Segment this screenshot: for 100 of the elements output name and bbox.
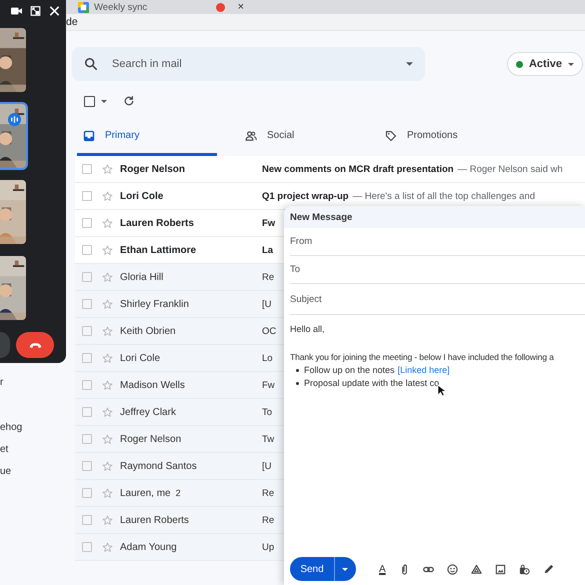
category-tab[interactable]: Social bbox=[217, 118, 367, 156]
emoji-icon[interactable] bbox=[446, 564, 458, 574]
video-tile[interactable] bbox=[0, 254, 28, 322]
email-subject: Up bbox=[262, 542, 274, 552]
star-icon[interactable] bbox=[102, 434, 113, 444]
row-checkbox[interactable] bbox=[82, 380, 92, 390]
sidebar-label[interactable]: et bbox=[0, 444, 8, 456]
row-checkbox[interactable] bbox=[82, 461, 92, 471]
row-checkbox[interactable] bbox=[82, 515, 92, 525]
star-icon[interactable] bbox=[102, 190, 113, 202]
refresh-icon[interactable] bbox=[123, 95, 135, 107]
search-input[interactable]: Search in mail bbox=[110, 57, 394, 71]
row-checkbox[interactable] bbox=[82, 245, 92, 255]
bullet-icon bbox=[296, 369, 299, 372]
sender-name: Roger Nelson bbox=[120, 434, 182, 444]
row-checkbox[interactable] bbox=[82, 218, 92, 228]
bullet-icon bbox=[296, 382, 299, 385]
star-icon[interactable] bbox=[102, 542, 113, 552]
sender-name: Shirley Franklin bbox=[120, 298, 189, 310]
caret-icon[interactable] bbox=[101, 100, 107, 102]
caret-icon[interactable] bbox=[342, 568, 348, 570]
star-icon[interactable] bbox=[102, 514, 113, 526]
email-subject: [U bbox=[262, 298, 272, 310]
pointer-icon bbox=[437, 384, 446, 397]
star-icon[interactable] bbox=[102, 298, 113, 310]
select-checkbox[interactable] bbox=[84, 96, 95, 106]
mic-button[interactable] bbox=[0, 332, 10, 358]
input-field[interactable]: To bbox=[290, 256, 585, 284]
video-tile[interactable] bbox=[0, 26, 28, 94]
sender-name: Lauren Roberts bbox=[120, 218, 194, 228]
tab-close-button[interactable]: × bbox=[238, 1, 244, 13]
bullet-text: Follow up on the notes [Linked here] bbox=[304, 364, 450, 377]
row-checkbox[interactable] bbox=[82, 353, 92, 363]
email-snippet: — Roger Nelson said wh bbox=[458, 164, 563, 174]
video-tile[interactable] bbox=[0, 102, 28, 170]
lock-clock-icon[interactable] bbox=[518, 564, 530, 574]
sender-name: Madison Wells bbox=[120, 380, 185, 390]
pen-icon[interactable] bbox=[542, 564, 554, 574]
sidebar-label[interactable]: ehog bbox=[0, 422, 22, 434]
sender-name: Roger Nelson bbox=[120, 164, 186, 174]
category-tab[interactable]: Promotions bbox=[367, 118, 547, 156]
caret-icon[interactable] bbox=[406, 62, 413, 66]
star-icon[interactable] bbox=[102, 380, 113, 390]
status-button[interactable]: Active bbox=[506, 52, 583, 76]
row-checkbox[interactable] bbox=[82, 164, 92, 174]
row-checkbox[interactable] bbox=[82, 542, 92, 552]
row-checkbox[interactable] bbox=[82, 272, 92, 282]
star-icon[interactable] bbox=[102, 164, 113, 174]
compose-title: New Message bbox=[290, 212, 352, 222]
sidebar-label[interactable]: ue bbox=[0, 466, 12, 478]
email-subject: Fw bbox=[262, 218, 276, 228]
email-row[interactable]: Lori Cole Q1 project wrap-up — Here's a list of all the top challenges and bbox=[75, 183, 585, 210]
send-button[interactable]: Send bbox=[290, 557, 356, 581]
thread-count: 2 bbox=[176, 488, 181, 498]
formatting-button[interactable]: A bbox=[379, 564, 386, 574]
row-checkbox[interactable] bbox=[82, 488, 92, 498]
star-icon[interactable] bbox=[102, 352, 113, 364]
sender-name: Adam Young bbox=[120, 542, 177, 552]
email-subject: Tw bbox=[262, 434, 274, 444]
star-icon[interactable] bbox=[102, 244, 113, 256]
email-subject: La bbox=[262, 244, 274, 256]
input-field[interactable]: From bbox=[290, 228, 585, 256]
greeting-text: Hello all, bbox=[290, 323, 326, 336]
sender-name: Keith Obrien bbox=[120, 326, 176, 336]
camera-icon[interactable] bbox=[11, 6, 22, 16]
star-icon[interactable] bbox=[102, 272, 113, 282]
star-icon[interactable] bbox=[102, 326, 113, 336]
browser-tab[interactable]: Weekly sync × bbox=[78, 0, 244, 14]
input-field[interactable]: Subject bbox=[290, 284, 585, 315]
sidebar-label[interactable]: r bbox=[0, 377, 4, 389]
email-row[interactable]: Roger Nelson New comments on MCR draft presentation — Roger Nelson said wh bbox=[75, 156, 585, 183]
email-subject: [U bbox=[262, 460, 272, 472]
email-subject: OC bbox=[262, 326, 276, 336]
email-subject: Re bbox=[262, 514, 274, 526]
star-icon[interactable] bbox=[102, 406, 113, 418]
row-checkbox[interactable] bbox=[82, 191, 92, 201]
pip-icon[interactable] bbox=[30, 6, 41, 16]
star-icon[interactable] bbox=[102, 488, 113, 498]
notes-link[interactable]: [Linked here] bbox=[398, 365, 450, 375]
bullet-text: Proposal update with the latest co bbox=[304, 377, 440, 390]
email-subject: To bbox=[262, 406, 272, 418]
hang-up-button[interactable] bbox=[16, 332, 54, 358]
row-checkbox[interactable] bbox=[82, 434, 92, 444]
search-field[interactable]: Search in mail bbox=[72, 47, 425, 81]
people-icon bbox=[245, 130, 257, 142]
email-subject: Re bbox=[262, 272, 274, 282]
image-icon[interactable] bbox=[494, 564, 506, 574]
status-dot-icon bbox=[516, 60, 523, 68]
speaking-icon bbox=[8, 113, 21, 126]
row-checkbox[interactable] bbox=[82, 326, 92, 336]
row-checkbox[interactable] bbox=[82, 299, 92, 309]
triangle-icon[interactable] bbox=[470, 564, 482, 574]
star-icon[interactable] bbox=[102, 218, 113, 228]
row-checkbox[interactable] bbox=[82, 407, 92, 417]
star-icon[interactable] bbox=[102, 460, 113, 472]
video-tile[interactable] bbox=[0, 178, 28, 246]
close-icon[interactable] bbox=[49, 6, 60, 16]
email-snippet: — Here's a list of all the top challenges and bbox=[352, 190, 535, 202]
tab-title: Weekly sync bbox=[94, 2, 148, 12]
sender-name: Jeffrey Clark bbox=[120, 406, 176, 418]
